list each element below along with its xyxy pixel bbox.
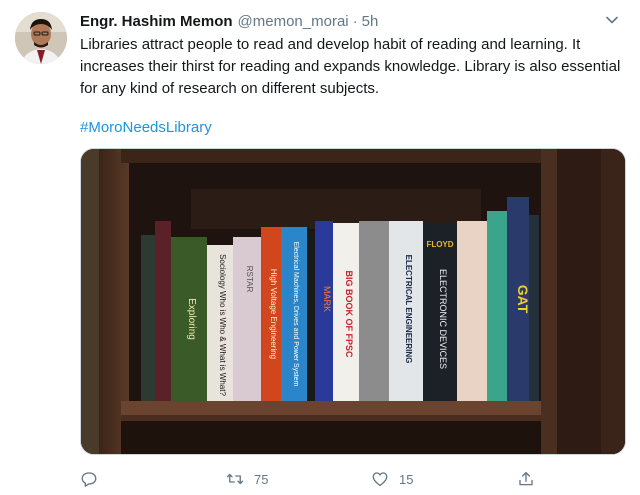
tweet-media[interactable]: Exploring Sociology Who is Who & What is… <box>80 148 626 455</box>
book-title-mark: MARK <box>322 286 332 312</box>
hashtag-link[interactable]: #MoroNeedsLibrary <box>80 117 212 139</box>
tweet-header: Engr. Hashim Memon @memon_morai · 5h <box>80 11 378 31</box>
book-title-fpsc: BIG BOOK OF FPSC <box>344 270 354 358</box>
book-title-high-voltage: High Voltage Engineering <box>269 269 278 359</box>
reply-icon <box>81 472 97 487</box>
like-button[interactable]: 15 <box>371 467 413 491</box>
tweet[interactable]: Engr. Hashim Memon @memon_morai · 5h Lib… <box>0 0 640 495</box>
book-title-electrical-machines: Electrical Machines, Drives and Power Sy… <box>292 242 299 387</box>
tweet-actions: 75 15 <box>80 467 626 491</box>
retweet-count: 75 <box>254 471 269 487</box>
like-count: 15 <box>399 471 414 487</box>
share-icon <box>519 471 533 486</box>
book-title-rstar: RSTAR <box>245 266 254 293</box>
tweet-text: Libraries attract people to read and dev… <box>80 36 621 97</box>
chevron-down-icon <box>606 16 618 24</box>
bookshelf-photo: Exploring Sociology Who is Who & What is… <box>81 149 625 454</box>
timestamp[interactable]: 5h <box>362 13 379 30</box>
book-title-electrical-engineering: ELECTRICAL ENGINEERING <box>404 255 413 364</box>
more-options-button[interactable] <box>601 11 623 29</box>
retweet-button[interactable]: 75 <box>226 467 268 491</box>
share-button[interactable] <box>517 467 535 491</box>
book-title-exploring: Exploring <box>186 298 197 340</box>
separator-dot: · <box>352 12 358 30</box>
book-title-sociology: Sociology Who is Who & What is What? <box>218 254 227 396</box>
avatar-photo <box>15 12 67 64</box>
reply-button[interactable] <box>80 467 98 491</box>
author-handle[interactable]: @memon_morai <box>238 13 349 30</box>
book-title-gat: GAT <box>515 285 531 314</box>
retweet-icon <box>226 473 244 485</box>
author-name[interactable]: Engr. Hashim Memon <box>80 13 233 30</box>
heart-icon <box>372 472 388 487</box>
book-author-floyd: FLOYD <box>426 240 453 249</box>
book-title-electronic-devices: ELECTRONIC DEVICES <box>438 269 448 369</box>
avatar[interactable] <box>15 12 67 64</box>
